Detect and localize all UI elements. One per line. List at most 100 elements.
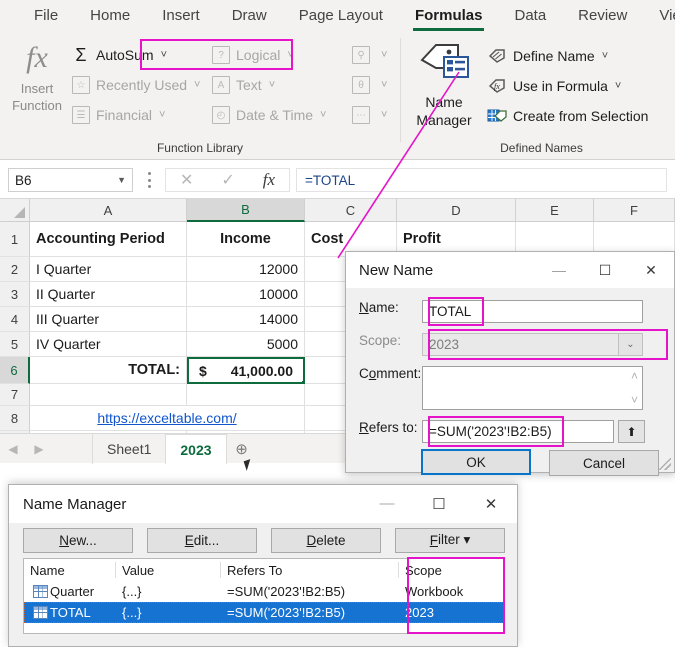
close-icon[interactable]: ✕ <box>628 262 674 279</box>
new-button[interactable]: New... <box>23 528 133 553</box>
delete-button[interactable]: Delete <box>271 528 381 553</box>
row-header-8[interactable]: 8 <box>0 406 30 431</box>
ribbon-tab-formulas[interactable]: Formulas <box>399 0 499 32</box>
ribbon-tab-draw[interactable]: Draw <box>216 0 283 32</box>
scope-select[interactable]: 2023 <box>422 333 619 356</box>
cell-b6[interactable]: $ 41,000.00 <box>187 357 305 384</box>
ribbon-tab-insert[interactable]: Insert <box>146 0 216 32</box>
text-button[interactable]: A Text ˅ <box>212 72 275 98</box>
name-box[interactable]: B6 ▼ <box>8 168 133 192</box>
ribbon-tab-view[interactable]: Vie <box>643 0 675 32</box>
close-icon[interactable]: ✕ <box>465 495 517 513</box>
range-picker-icon[interactable]: ⬆ <box>618 420 645 443</box>
logical-button[interactable]: ? Logical ˅ <box>212 42 294 68</box>
cell-a5[interactable]: IV Quarter <box>30 332 187 357</box>
chevron-down-icon[interactable]: ˅ <box>161 49 167 61</box>
maximize-icon[interactable]: ☐ <box>413 495 465 513</box>
enter-formula-icon[interactable]: ✓ <box>221 170 234 190</box>
insert-function-button[interactable]: fx Insert Function <box>6 36 68 140</box>
ribbon-tab-file[interactable]: File <box>18 0 74 32</box>
cell-b2[interactable]: 12000 <box>187 257 305 282</box>
row-header-6[interactable]: 6 <box>0 357 30 384</box>
chevron-down-icon[interactable]: ˅ <box>602 50 608 62</box>
row-header-3[interactable]: 3 <box>0 282 30 307</box>
insert-function-icon[interactable]: fx <box>263 170 275 190</box>
cell-a3[interactable]: II Quarter <box>30 282 187 307</box>
ribbon-tab-review[interactable]: Review <box>562 0 643 32</box>
row-header-2[interactable]: 2 <box>0 257 30 282</box>
chevron-down-icon[interactable]: ˅ <box>381 109 387 121</box>
formula-input[interactable]: =TOTAL <box>296 168 667 192</box>
define-name-button[interactable]: Define Name ˅ <box>487 44 608 68</box>
select-all-corner[interactable] <box>0 199 30 222</box>
cancel-button[interactable]: Cancel <box>549 450 659 476</box>
cell-a4[interactable]: III Quarter <box>30 307 187 332</box>
chevron-down-icon[interactable]: ▼ <box>117 175 126 185</box>
autosum-button[interactable]: Σ AutoSum ˅ <box>72 42 167 68</box>
name-input[interactable]: TOTAL <box>422 300 643 323</box>
cell-b1[interactable]: Income <box>187 222 305 257</box>
chevron-down-icon[interactable]: ˅ <box>320 109 326 121</box>
row-header-4[interactable]: 4 <box>0 307 30 332</box>
column-header-value[interactable]: Value <box>116 562 221 578</box>
chevron-down-icon[interactable]: ˅ <box>159 109 165 121</box>
maximize-icon[interactable]: ☐ <box>582 262 628 279</box>
scroll-down-icon[interactable]: ˅ <box>631 393 638 407</box>
ribbon-tab-page-layout[interactable]: Page Layout <box>283 0 399 32</box>
previous-sheet-icon[interactable]: ◀ <box>0 442 26 456</box>
name-manager-titlebar[interactable]: Name Manager — ☐ ✕ <box>9 485 517 523</box>
column-header-name[interactable]: Name <box>24 562 116 578</box>
column-header-refers-to[interactable]: Refers To <box>221 562 399 578</box>
row-header-7[interactable]: 7 <box>0 384 30 406</box>
chevron-down-icon[interactable]: ˅ <box>269 79 275 91</box>
minimize-icon[interactable]: — <box>536 262 582 278</box>
cell-b5[interactable]: 5000 <box>187 332 305 357</box>
row-header-5[interactable]: 5 <box>0 332 30 357</box>
chevron-down-icon[interactable]: ˅ <box>615 80 621 92</box>
cell-a2[interactable]: I Quarter <box>30 257 187 282</box>
chevron-down-icon[interactable]: ˅ <box>194 79 200 91</box>
name-manager-button[interactable]: Name Manager <box>408 38 480 142</box>
cell-b3[interactable]: 10000 <box>187 282 305 307</box>
refers-to-input[interactable]: =SUM('2023'!B2:B5) <box>422 420 614 443</box>
column-header-b[interactable]: B <box>187 199 305 222</box>
use-in-formula-button[interactable]: fx Use in Formula ˅ <box>487 74 621 98</box>
cancel-formula-icon[interactable]: ✕ <box>180 170 193 190</box>
recently-used-button[interactable]: ☆ Recently Used ˅ <box>72 72 200 98</box>
minimize-icon[interactable]: — <box>361 495 413 513</box>
sheet-tab-2023[interactable]: 2023 <box>165 434 226 464</box>
chevron-down-icon[interactable]: ˅ <box>381 49 387 61</box>
cell-b7[interactable] <box>187 384 305 406</box>
financial-button[interactable]: ☰ Financial ˅ <box>72 102 165 128</box>
comment-textarea[interactable]: ˄ ˅ <box>422 366 643 410</box>
create-from-selection-button[interactable]: Create from Selection <box>487 104 648 128</box>
column-header-a[interactable]: A <box>30 199 187 222</box>
chevron-down-icon[interactable]: ˅ <box>381 79 387 91</box>
add-sheet-icon[interactable]: ⊕ <box>227 440 257 458</box>
date-time-button[interactable]: ◴ Date & Time ˅ <box>212 102 326 128</box>
next-sheet-icon[interactable]: ▶ <box>26 442 52 456</box>
column-header-e[interactable]: E <box>516 199 594 222</box>
namebox-resize-handle[interactable] <box>148 172 152 188</box>
cell-a8-hyperlink[interactable]: https://exceltable.com/ <box>30 406 305 431</box>
resize-grip[interactable] <box>659 458 671 470</box>
filter-button[interactable]: Filter ▾ <box>395 528 505 553</box>
cell-a7[interactable] <box>30 384 187 406</box>
ok-button[interactable]: OK <box>421 449 531 475</box>
cell-a1[interactable]: Accounting Period <box>30 222 187 257</box>
math-trig-button[interactable]: θ ˅ <box>352 72 392 98</box>
lookup-reference-button[interactable]: ⚲ ˅ <box>352 42 392 68</box>
cell-b4[interactable]: 14000 <box>187 307 305 332</box>
ribbon-tab-data[interactable]: Data <box>498 0 562 32</box>
table-row[interactable]: Quarter {...} =SUM('2023'!B2:B5) Workboo… <box>24 581 504 602</box>
column-header-c[interactable]: C <box>305 199 397 222</box>
column-header-d[interactable]: D <box>397 199 516 222</box>
cell-a6-total-label[interactable]: TOTAL: <box>30 357 187 384</box>
scroll-up-icon[interactable]: ˄ <box>631 369 638 383</box>
new-name-titlebar[interactable]: New Name — ☐ ✕ <box>346 252 674 288</box>
column-header-f[interactable]: F <box>594 199 675 222</box>
table-row[interactable]: TOTAL {...} =SUM('2023'!B2:B5) 2023 <box>24 602 504 623</box>
column-header-scope[interactable]: Scope <box>399 562 499 578</box>
chevron-down-icon[interactable]: ⌄ <box>619 333 643 356</box>
ribbon-tab-home[interactable]: Home <box>74 0 146 32</box>
